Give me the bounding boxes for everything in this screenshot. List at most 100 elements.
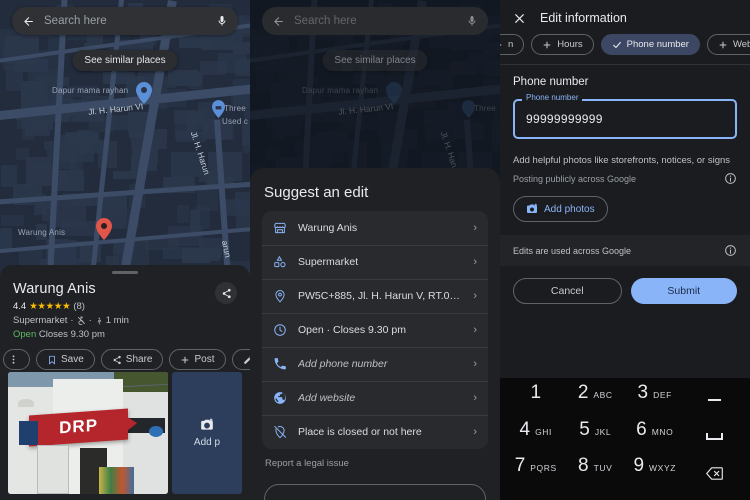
report-legal-issue-link[interactable]: Report a legal issue [265,458,485,469]
key-5[interactable]: 5 JKL [566,419,626,456]
pencil-icon [243,355,251,365]
chevron-right-icon: › [473,290,477,302]
phone-number-input[interactable]: 99999999999 [513,99,737,139]
key-2[interactable]: 2 ABC [566,382,626,419]
place-meta-row: Supermarket · · 1 min [13,315,237,326]
microphone-icon[interactable] [216,15,228,27]
road-label: arun [220,240,233,259]
search-bar-1[interactable]: Search here [12,7,238,35]
action-save-button[interactable]: Save [36,349,95,370]
info-icon[interactable] [724,244,737,257]
chip-label: Phone number [627,39,689,50]
map-pin-warung-anis[interactable] [96,218,112,240]
key-7[interactable]: 7 PQRS [506,455,566,492]
action-share-button[interactable]: Share [101,349,164,370]
suggest-edit-row[interactable]: Add phone number › [262,347,488,381]
arrow-back-icon[interactable] [22,15,35,28]
edits-used-band: Edits are used across Google [500,235,750,266]
suggest-edit-row[interactable]: Supermarket › [262,245,488,279]
panel-map-place: Dapur mama rayhanWarung AnisThreeUsed cJ… [0,0,250,500]
key-letters: PQRS [530,463,557,473]
key-digit: 2 [578,382,589,404]
key-6[interactable]: 6 MNO [625,419,685,456]
search-bar-2: Search here [262,7,488,35]
action-label: Share [126,354,153,365]
panel-edit-information: Edit information n Hours Phone number We… [500,0,750,500]
map-pin-dapur-mama-rayhan[interactable] [136,82,152,104]
key-digit: 8 [578,455,589,477]
key-9[interactable]: 9 WXYZ [625,455,685,492]
key-letters: MNO [652,427,674,437]
key-digit: 3 [638,382,649,404]
close-icon[interactable] [513,12,526,25]
rating-stars: ★★★★★ [29,301,70,312]
submit-button[interactable]: Submit [631,278,738,304]
phone-number-section: Phone number Phone number 99999999999 Ad… [500,65,750,222]
sheet-drag-handle[interactable] [112,271,138,274]
edit-field-chip-n[interactable]: n [500,34,524,55]
suggest-edit-row[interactable]: Place is closed or not here › [262,415,488,449]
photo-strip: DRP Add p [0,372,250,500]
suggest-edit-row[interactable]: Warung Anis › [262,211,488,245]
phone-section-label: Phone number [513,76,737,88]
key-1[interactable]: 1 [506,382,566,419]
suggest-edit-sheet: Suggest an edit Warung Anis › Supermarke… [250,168,500,500]
action-edit-button[interactable]: Edit [232,349,251,370]
map-label: Warung Anis [18,228,65,237]
key-backspace[interactable] [685,455,745,492]
bookmark-icon [47,355,57,365]
bottom-partial-button[interactable] [264,484,486,500]
add-photos-button[interactable]: Add photos [513,196,608,222]
edit-field-chip-website[interactable]: Website [707,34,750,55]
key-letters: TUV [594,463,613,473]
phone-icon [273,357,287,371]
see-similar-places-chip-1[interactable]: See similar places [72,50,177,71]
key-8[interactable]: 8 TUV [566,455,626,492]
clock-icon [273,323,287,337]
meta-separator-2: · [89,315,92,326]
action-more-button[interactable] [3,349,30,370]
key-space[interactable] [685,419,745,456]
suggest-edit-row[interactable]: Add website › [262,381,488,415]
chevron-right-icon: › [473,324,477,336]
posting-publicly-row: Posting publicly across Google [513,172,737,185]
add-photos-label: Add photos [544,204,595,215]
form-action-buttons: Cancel Submit [500,266,750,318]
rating-row: 4.4 ★★★★★ (8) [13,301,237,312]
search-input-1[interactable]: Search here [44,15,207,27]
storefront-sign-text: DRP [59,416,98,439]
key-letters: GHI [535,427,552,437]
photos-hint-text: Add helpful photos like storefronts, not… [513,155,737,166]
add-photos-tile-label: Add p [194,437,220,448]
pin-off-icon [273,425,287,439]
chevron-right-icon: › [473,358,477,370]
suggest-edit-title: Suggest an edit [264,184,486,201]
edit-info-title: Edit information [540,11,627,25]
suggest-edit-row[interactable]: Open · Closes 9.30 pm › [262,313,488,347]
plus-icon [500,40,503,50]
map-label: Three [224,104,246,113]
category-icon [273,255,287,269]
storefront-photo[interactable]: DRP [8,372,168,494]
key-digit: 4 [520,419,531,441]
key-dash[interactable] [685,382,745,419]
add-photo-icon [200,418,214,432]
action-label: Save [61,354,84,365]
add-photos-tile[interactable]: Add p [172,372,242,494]
key-4[interactable]: 4 GHI [506,419,566,456]
cancel-button[interactable]: Cancel [513,278,622,304]
edit-field-chip-phone-number[interactable]: Phone number [601,34,700,55]
action-post-button[interactable]: Post [169,349,225,370]
key-3[interactable]: 3 DEF [625,382,685,419]
info-icon[interactable] [724,172,737,185]
globe-icon [273,391,287,405]
chevron-right-icon: › [473,256,477,268]
three-panel-screenshot: Dapur mama rayhanWarung AnisThreeUsed cJ… [0,0,750,500]
edit-field-chip-hours[interactable]: Hours [531,34,593,55]
plus-icon [542,40,552,50]
location-pin-icon [273,289,287,303]
suggest-edit-row[interactable]: PW5C+885, Jl. H. Harun V, RT.004/RW.01..… [262,279,488,313]
map-pin-three-used-cars[interactable] [212,100,225,118]
share-button-fab[interactable] [215,282,237,304]
dash-icon [708,399,721,401]
